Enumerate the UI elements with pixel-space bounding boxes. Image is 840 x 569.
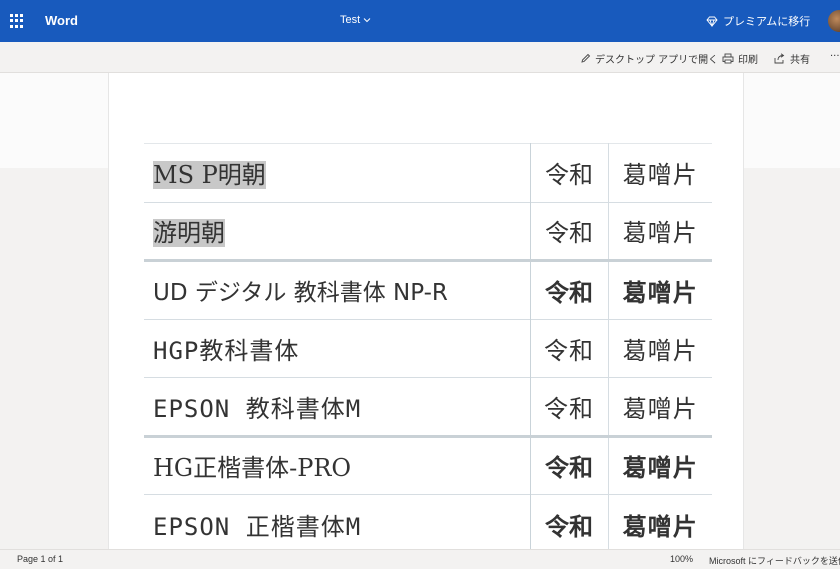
premium-button[interactable]: プレミアムに移行 xyxy=(706,13,810,29)
reiwa-sample-cell[interactable]: 令和 xyxy=(530,318,609,378)
table-row: HGP教科書体 令和 葛噌片 xyxy=(144,318,712,378)
reiwa-sample-cell[interactable]: 令和 xyxy=(530,434,609,495)
kanji-sample-cell[interactable]: 葛噌片 xyxy=(608,377,712,436)
more-options-label: ··· xyxy=(830,51,840,62)
app-name[interactable]: Word xyxy=(45,13,78,28)
table-row: UD デジタル 教科書体 NP-R 令和 葛噌片 xyxy=(144,259,712,319)
reiwa-sample-cell[interactable]: 令和 xyxy=(530,143,609,202)
ribbon-toolbar: デスクトップ アプリで開く 印刷 共有 ··· xyxy=(0,42,840,73)
chevron-down-icon xyxy=(363,18,371,23)
kanji-sample-cell[interactable]: 葛噌片 xyxy=(608,494,712,549)
document-title: Test xyxy=(340,14,361,26)
font-name-cell[interactable]: 游明朝 xyxy=(144,201,531,261)
more-options-button[interactable]: ··· xyxy=(830,51,840,62)
feedback-link[interactable]: Microsoft にフィードバックを送信 xyxy=(709,554,840,567)
font-name-cell[interactable]: HGP教科書体 xyxy=(144,318,531,378)
font-name-cell[interactable]: EPSON 教科書体M xyxy=(144,377,531,436)
document-page[interactable]: MS P明朝 令和 葛噌片 游明朝 令和 葛噌片 UD デジタル 教科書体 NP… xyxy=(108,73,744,549)
kanji-sample-cell[interactable]: 葛噌片 xyxy=(608,434,712,495)
app-launcher-icon[interactable] xyxy=(10,14,24,28)
font-name: HG正楷書体-PRO xyxy=(153,454,352,483)
font-name: EPSON 正楷書体M xyxy=(153,512,362,541)
font-name: 游明朝 xyxy=(153,219,225,248)
share-icon xyxy=(774,53,785,64)
font-name: HGP教科書体 xyxy=(153,336,300,365)
reiwa-sample-cell[interactable]: 令和 xyxy=(530,201,609,261)
reiwa-sample-cell[interactable]: 令和 xyxy=(530,377,609,436)
app-header: Word Test プレミアムに移行 xyxy=(0,0,840,42)
premium-label: プレミアムに移行 xyxy=(723,15,811,28)
document-title-button[interactable]: Test xyxy=(340,14,396,26)
open-in-desktop-button[interactable]: デスクトップ アプリで開く xyxy=(580,51,718,66)
table-row: 游明朝 令和 葛噌片 xyxy=(144,201,712,261)
table-row: EPSON 教科書体M 令和 葛噌片 xyxy=(144,377,712,436)
print-button[interactable]: 印刷 xyxy=(722,51,758,66)
table-row: EPSON 正楷書体M 令和 葛噌片 xyxy=(144,494,712,549)
font-name: EPSON 教科書体M xyxy=(153,394,362,423)
document-canvas: MS P明朝 令和 葛噌片 游明朝 令和 葛噌片 UD デジタル 教科書体 NP… xyxy=(0,73,840,549)
diamond-icon xyxy=(706,16,718,27)
font-name-cell[interactable]: MS P明朝 xyxy=(144,143,531,202)
share-button[interactable]: 共有 xyxy=(774,51,810,66)
font-name: MS P明朝 xyxy=(153,161,266,190)
table-row: MS P明朝 令和 葛噌片 xyxy=(144,143,712,202)
table-row: HG正楷書体-PRO 令和 葛噌片 xyxy=(144,434,712,495)
font-name-cell[interactable]: EPSON 正楷書体M xyxy=(144,494,531,549)
kanji-sample-cell[interactable]: 葛噌片 xyxy=(608,143,712,202)
pencil-icon xyxy=(581,53,591,63)
zoom-level[interactable]: 100% xyxy=(670,554,693,564)
reiwa-sample-cell[interactable]: 令和 xyxy=(530,494,609,549)
font-sample-table: MS P明朝 令和 葛噌片 游明朝 令和 葛噌片 UD デジタル 教科書体 NP… xyxy=(144,143,712,549)
font-name-cell[interactable]: UD デジタル 教科書体 NP-R xyxy=(144,259,531,319)
avatar[interactable] xyxy=(828,10,840,32)
page-count: Page 1 of 1 xyxy=(17,554,64,564)
font-name-cell[interactable]: HG正楷書体-PRO xyxy=(144,434,531,495)
open-in-desktop-label: デスクトップ アプリで開く xyxy=(595,55,719,66)
kanji-sample-cell[interactable]: 葛噌片 xyxy=(608,201,712,261)
font-name: UD デジタル 教科書体 NP-R xyxy=(153,280,448,307)
share-label: 共有 xyxy=(790,55,810,66)
kanji-sample-cell[interactable]: 葛噌片 xyxy=(608,259,712,319)
reiwa-sample-cell[interactable]: 令和 xyxy=(530,259,609,319)
print-label: 印刷 xyxy=(738,55,758,66)
printer-icon xyxy=(722,53,734,64)
kanji-sample-cell[interactable]: 葛噌片 xyxy=(608,318,712,378)
status-bar: Page 1 of 1 100% Microsoft にフィードバックを送信 xyxy=(0,549,840,569)
